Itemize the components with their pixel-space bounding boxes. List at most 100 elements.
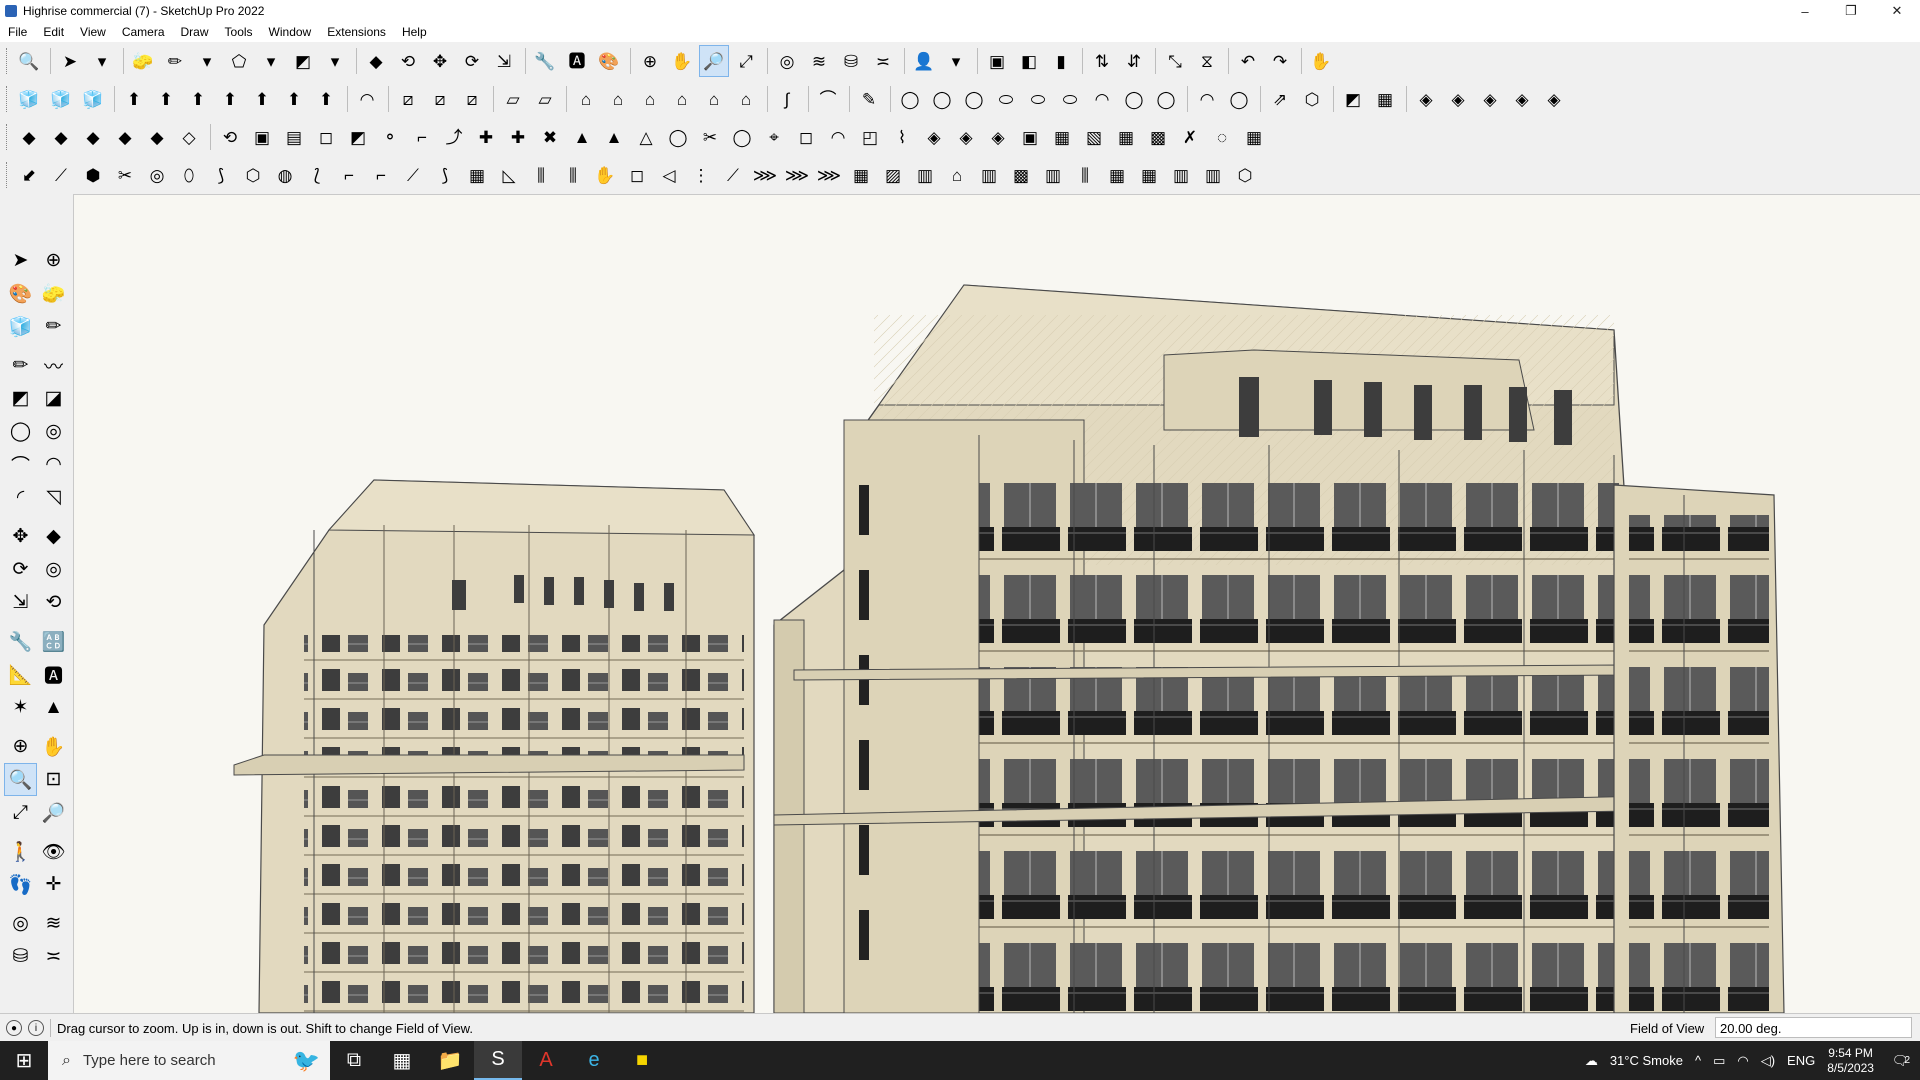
- toolbar-tool-icon[interactable]: ◌: [1207, 121, 1237, 153]
- toolbar-tool-icon[interactable]: 🧊: [78, 83, 108, 115]
- sticky-notes-icon[interactable]: ■: [618, 1041, 666, 1080]
- language-indicator[interactable]: ENG: [1787, 1053, 1815, 1068]
- toolbar-tool-icon[interactable]: ◆: [78, 121, 108, 153]
- left-tool-icon[interactable]: 🧽: [37, 277, 70, 310]
- wifi-icon[interactable]: ◠: [1737, 1053, 1748, 1069]
- toolbar-tool-icon[interactable]: ◆: [361, 45, 391, 77]
- toolbar-tool-icon[interactable]: 🔎: [699, 45, 729, 77]
- menu-extensions[interactable]: Extensions: [319, 25, 394, 39]
- toolbar-tool-icon[interactable]: ⟳: [457, 45, 487, 77]
- toolbar-tool-icon[interactable]: ⬠: [224, 45, 254, 77]
- toolbar-tool-icon[interactable]: ◆: [142, 121, 172, 153]
- toolbar-tool-icon[interactable]: ⋮: [686, 159, 716, 191]
- toolbar-tool-icon[interactable]: ▣: [982, 45, 1012, 77]
- toolbar-tool-icon[interactable]: ▾: [256, 45, 286, 77]
- left-tool-icon[interactable]: ➤: [4, 244, 37, 277]
- toolbar-tool-icon[interactable]: ⬡: [1230, 159, 1260, 191]
- toolbar-tool-icon[interactable]: ✂: [110, 159, 140, 191]
- menu-view[interactable]: View: [72, 25, 114, 39]
- toolbar-tool-icon[interactable]: ▣: [247, 121, 277, 153]
- toolbar-tool-icon[interactable]: ⟋: [718, 159, 748, 191]
- toolbar-tool-icon[interactable]: ≍: [868, 45, 898, 77]
- toolbar-tool-icon[interactable]: ◯: [1119, 83, 1149, 115]
- toolbar-tool-icon[interactable]: ▾: [192, 45, 222, 77]
- toolbar-tool-icon[interactable]: ◯: [927, 83, 957, 115]
- toolbar-tool-icon[interactable]: ⌂: [635, 83, 665, 115]
- toolbar-tool-icon[interactable]: ◯: [727, 121, 757, 153]
- left-tool-icon[interactable]: ⟲: [37, 586, 70, 619]
- geo-location-icon[interactable]: ●: [6, 1020, 22, 1036]
- toolbar-tool-icon[interactable]: ⌒: [813, 83, 843, 115]
- left-tool-icon[interactable]: ◎: [37, 415, 70, 448]
- toolbar-tool-icon[interactable]: ⬭: [1023, 83, 1053, 115]
- toolbar-tool-icon[interactable]: ▦: [1111, 121, 1141, 153]
- toolbar-tool-icon[interactable]: ◰: [855, 121, 885, 153]
- left-tool-icon[interactable]: 🅰: [37, 658, 70, 691]
- toolbar-tool-icon[interactable]: ◠: [352, 83, 382, 115]
- toolbar-tool-icon[interactable]: ▲: [599, 121, 629, 153]
- toolbar-tool-icon[interactable]: ⫼: [526, 159, 556, 191]
- toolbar-tool-icon[interactable]: ⌐: [366, 159, 396, 191]
- menu-window[interactable]: Window: [261, 25, 320, 39]
- toolbar-tool-icon[interactable]: ◻: [791, 121, 821, 153]
- toolbar-tool-icon[interactable]: ⋙: [814, 159, 844, 191]
- toolbar-tool-icon[interactable]: ⇲: [489, 45, 519, 77]
- toolbar-tool-icon[interactable]: ⛁: [836, 45, 866, 77]
- toolbar-tool-icon[interactable]: ⬆: [311, 83, 341, 115]
- left-tool-icon[interactable]: ✏: [37, 310, 70, 343]
- toolbar-tool-icon[interactable]: ◈: [1443, 83, 1473, 115]
- toolbar-tool-icon[interactable]: 🎨: [594, 45, 624, 77]
- toolbar-tool-icon[interactable]: ◻: [311, 121, 341, 153]
- toolbar-tool-icon[interactable]: ⟅: [302, 159, 332, 191]
- toolbar-tool-icon[interactable]: ⟋: [398, 159, 428, 191]
- left-tool-icon[interactable]: ◆: [37, 520, 70, 553]
- restore-button[interactable]: ❐: [1828, 0, 1874, 22]
- toolbar-tool-icon[interactable]: 🅰: [562, 45, 592, 77]
- toolbar-tool-icon[interactable]: ✗: [1175, 121, 1205, 153]
- acrobat-app-icon[interactable]: A: [522, 1041, 570, 1080]
- toolbar-tool-icon[interactable]: ⬋: [14, 159, 44, 191]
- toolbar-tool-icon[interactable]: ◈: [983, 121, 1013, 153]
- sketchup-app-icon[interactable]: S: [474, 1041, 522, 1080]
- left-tool-icon[interactable]: ◪: [37, 382, 70, 415]
- toolbar-tool-icon[interactable]: ◈: [1507, 83, 1537, 115]
- chevron-up-icon[interactable]: ^: [1695, 1053, 1701, 1068]
- left-tool-icon[interactable]: 🚶: [4, 835, 37, 868]
- toolbar-tool-icon[interactable]: ▱: [498, 83, 528, 115]
- toolbar-tool-icon[interactable]: ⧄: [425, 83, 455, 115]
- toolbar-tool-icon[interactable]: ∫: [772, 83, 802, 115]
- toolbar-tool-icon[interactable]: ▥: [1198, 159, 1228, 191]
- toolbar-tool-icon[interactable]: ✂: [695, 121, 725, 153]
- close-button[interactable]: ✕: [1874, 0, 1920, 22]
- left-tool-icon[interactable]: ✥: [4, 520, 37, 553]
- toolbar-tool-icon[interactable]: ▾: [87, 45, 117, 77]
- toolbar-tool-icon[interactable]: ◯: [663, 121, 693, 153]
- left-tool-icon[interactable]: ≋: [37, 907, 70, 940]
- toolbar-tool-icon[interactable]: ⌖: [759, 121, 789, 153]
- toolbar-tool-icon[interactable]: △: [631, 121, 661, 153]
- toolbar-grip[interactable]: [6, 124, 10, 150]
- toolbar-tool-icon[interactable]: ⌐: [407, 121, 437, 153]
- toolbar-tool-icon[interactable]: ✎: [854, 83, 884, 115]
- weather-icon[interactable]: ☁: [1585, 1053, 1598, 1069]
- toolbar-tool-icon[interactable]: ⌐: [334, 159, 364, 191]
- measurements-box[interactable]: 20.00 deg.: [1715, 1017, 1912, 1038]
- toolbar-tool-icon[interactable]: ◈: [1411, 83, 1441, 115]
- toolbar-tool-icon[interactable]: ⌂: [942, 159, 972, 191]
- toolbar-tool-icon[interactable]: ▦: [1102, 159, 1132, 191]
- toolbar-tool-icon[interactable]: ⬆: [183, 83, 213, 115]
- toolbar-tool-icon[interactable]: ◆: [110, 121, 140, 153]
- left-tool-icon[interactable]: 🔎: [37, 796, 70, 829]
- toolbar-tool-icon[interactable]: ▮: [1046, 45, 1076, 77]
- toolbar-tool-icon[interactable]: ⌂: [667, 83, 697, 115]
- toolbar-tool-icon[interactable]: ⇵: [1119, 45, 1149, 77]
- toolbar-tool-icon[interactable]: ⌂: [731, 83, 761, 115]
- toolbar-tool-icon[interactable]: ◠: [1192, 83, 1222, 115]
- toolbar-tool-icon[interactable]: ◯: [959, 83, 989, 115]
- left-tool-icon[interactable]: ◩: [4, 382, 37, 415]
- toolbar-tool-icon[interactable]: ◇: [174, 121, 204, 153]
- left-tool-icon[interactable]: ◜: [4, 481, 37, 514]
- toolbar-tool-icon[interactable]: ⌇: [887, 121, 917, 153]
- left-tool-icon[interactable]: ✶: [4, 691, 37, 724]
- left-tool-icon[interactable]: ⇲: [4, 586, 37, 619]
